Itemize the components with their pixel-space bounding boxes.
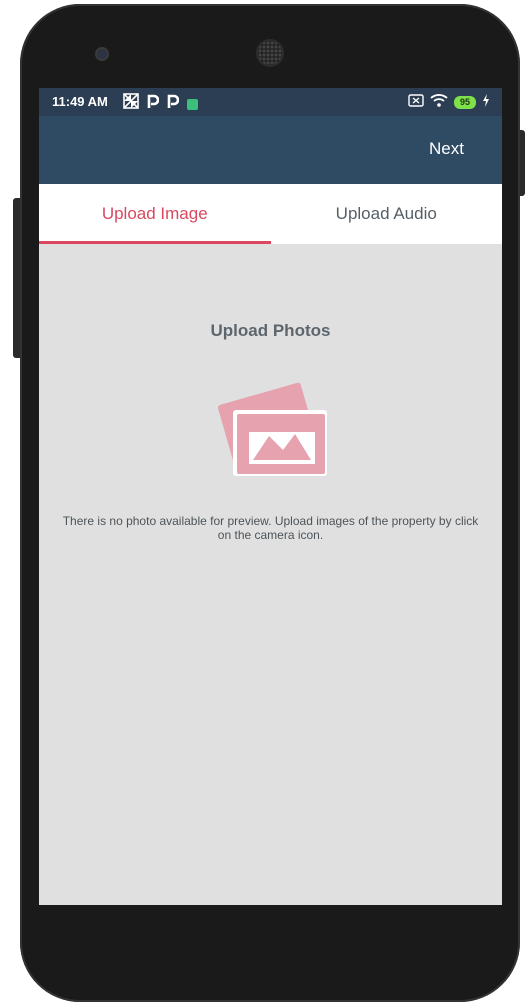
status-bar: 11:49 AM 95 xyxy=(39,88,502,116)
tab-upload-image-label: Upload Image xyxy=(101,204,208,223)
app-bar: Next xyxy=(39,116,502,184)
upload-content: Upload Photos There is no photo availabl… xyxy=(39,244,502,905)
p-icon xyxy=(167,94,180,113)
photos-icon xyxy=(213,372,329,478)
status-time: 11:49 AM xyxy=(52,94,108,109)
pinwheel-icon xyxy=(123,93,139,113)
volume-button xyxy=(13,198,20,358)
empty-state-message: There is no photo available for preview.… xyxy=(62,514,479,542)
charging-icon xyxy=(482,93,490,111)
tab-bar: Upload Image Upload Audio xyxy=(39,184,502,244)
green-app-icon xyxy=(187,98,198,110)
earpiece-speaker xyxy=(258,41,282,65)
tab-upload-image[interactable]: Upload Image xyxy=(39,184,271,244)
app-screen: 11:49 AM 95 Next Upload Image Upload Aud… xyxy=(39,88,502,905)
tab-upload-audio[interactable]: Upload Audio xyxy=(271,184,503,244)
battery-icon: 95 xyxy=(453,95,476,109)
system-icons: 95 xyxy=(408,93,490,111)
wifi-icon xyxy=(430,93,448,111)
p-icon xyxy=(147,94,160,113)
tab-upload-audio-label: Upload Audio xyxy=(335,204,437,223)
front-camera xyxy=(97,49,107,59)
next-button[interactable]: Next xyxy=(429,139,464,159)
no-sim-icon xyxy=(408,93,424,111)
notification-icons xyxy=(123,93,198,113)
page-title: Upload Photos xyxy=(210,321,331,340)
